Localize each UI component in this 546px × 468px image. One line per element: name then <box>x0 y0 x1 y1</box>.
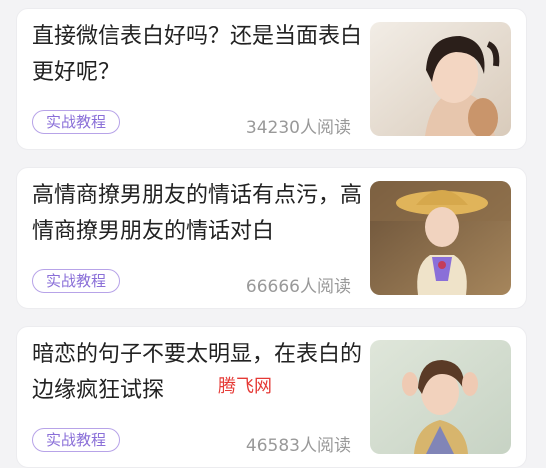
article-thumbnail[interactable] <box>370 181 511 295</box>
photo-icon <box>370 340 511 454</box>
article-thumbnail[interactable] <box>370 340 511 454</box>
read-count: 66666人阅读 <box>245 277 351 297</box>
category-tag[interactable]: 实战教程 <box>32 110 121 134</box>
article-title[interactable]: 高情商撩男朋友的情话有点污，高情商撩男朋友的情话对白 <box>32 178 362 250</box>
read-count: 46583人阅读 <box>245 436 351 456</box>
photo-icon <box>370 22 511 136</box>
article-card[interactable]: 直接微信表白好吗？还是当面表白更好呢？ 实战教程 34230人阅读 <box>16 8 527 150</box>
article-title[interactable]: 直接微信表白好吗？还是当面表白更好呢？ <box>32 19 362 91</box>
article-card[interactable]: 高情商撩男朋友的情话有点污，高情商撩男朋友的情话对白 实战教程 66666人阅读 <box>16 167 527 309</box>
photo-icon <box>370 181 511 295</box>
category-tag[interactable]: 实战教程 <box>32 269 121 293</box>
category-tag[interactable]: 实战教程 <box>32 428 121 452</box>
article-thumbnail[interactable] <box>370 22 511 136</box>
read-count: 34230人阅读 <box>245 118 351 138</box>
article-title[interactable]: 暗恋的句子不要太明显，在表白的边缘疯狂试探 <box>32 337 362 409</box>
article-card[interactable]: 暗恋的句子不要太明显，在表白的边缘疯狂试探 实战教程 46583人阅读 <box>16 326 527 468</box>
